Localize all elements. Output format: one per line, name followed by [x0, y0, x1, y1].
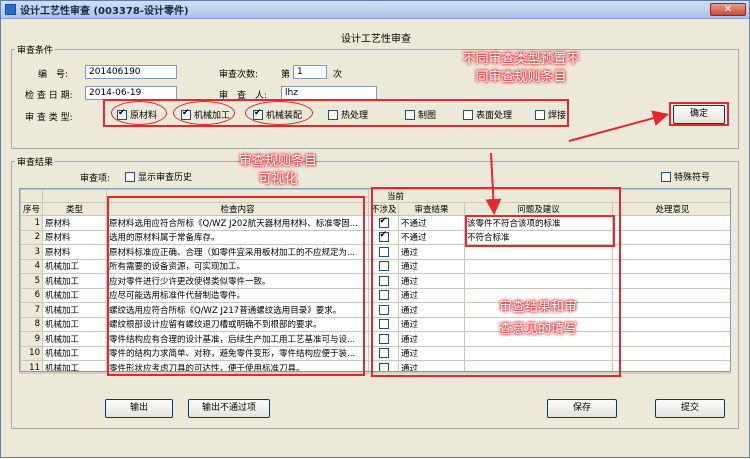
annotation-fill-results: 审查结果和审 查意见的填写 [483, 297, 593, 341]
annotation-arrows [485, 110, 669, 215]
annotation-visual-rules: 审查规则条目 可视化 [223, 153, 333, 189]
annotation-visual-line-2: 可视化 [258, 172, 298, 187]
arrow-to-issue [485, 152, 502, 215]
review-window: 设计工艺性审查 (003378-设计零件) ✕ 设计工艺性审查 审查条件 编 号… [0, 0, 750, 458]
annotation-preset-line-2: 同审查规则条目 [475, 70, 567, 85]
annotation-preset-rules: 不同审查类型预置不 同审查规则条目 [441, 51, 601, 87]
annotation-visual-line-1: 审查规则条目 [238, 154, 317, 169]
annotation-fill-line-2: 查意见的填写 [498, 322, 577, 337]
arrow-to-confirm [568, 110, 669, 142]
annotation-fill-line-1: 审查结果和审 [498, 300, 577, 315]
annotation-preset-line-1: 不同审查类型预置不 [462, 52, 580, 67]
